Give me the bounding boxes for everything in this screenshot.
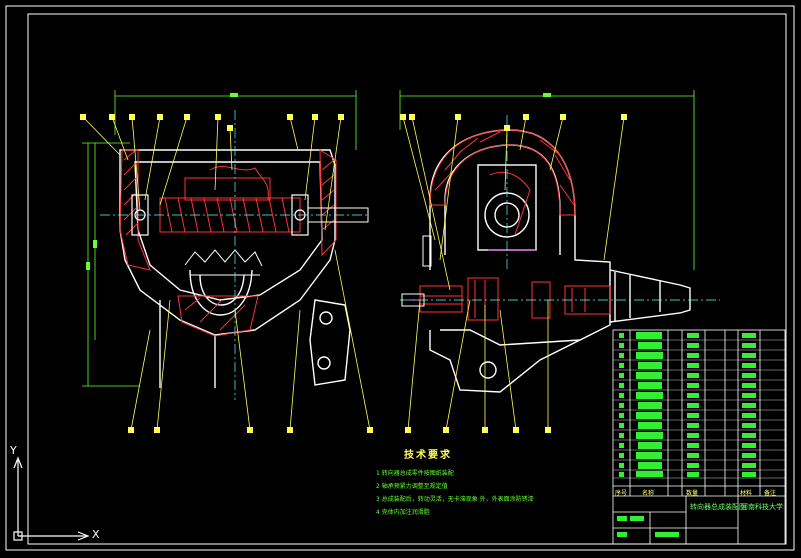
- title-block-header-name: 名称: [642, 490, 655, 497]
- institution-name: 河南科技大学: [741, 503, 783, 511]
- tech-requirement-item: 2 轴承预紧力调整至规定值: [376, 483, 448, 490]
- title-block-header-no: 序号: [615, 490, 628, 497]
- ucs-icon: [13, 456, 90, 541]
- title-block-header-remark: 备注: [764, 490, 777, 497]
- tech-requirement-item: 3 总成装配后，转动灵活，无卡滞现象 外，外表面涂防锈漆: [376, 496, 534, 503]
- ucs-x-label: X: [92, 528, 100, 541]
- title-block-header-material: 材料: [740, 490, 753, 497]
- left-section-view[interactable]: [82, 90, 369, 400]
- right-section-view[interactable]: [399, 90, 720, 393]
- tech-requirement-item: 1 转向器总成零件按图纸装配: [376, 470, 454, 477]
- dimension-texts: [86, 93, 551, 270]
- drawing-name: 转向器总成装配图: [690, 503, 746, 511]
- leader-lines: [82, 116, 625, 431]
- tech-requirement-item: 4 壳体内加注润滑脂: [376, 509, 430, 516]
- tech-requirements-title: 技术要求: [404, 450, 452, 461]
- ucs-y-label: Y: [10, 444, 17, 457]
- title-block-header-qty: 数量: [686, 490, 699, 497]
